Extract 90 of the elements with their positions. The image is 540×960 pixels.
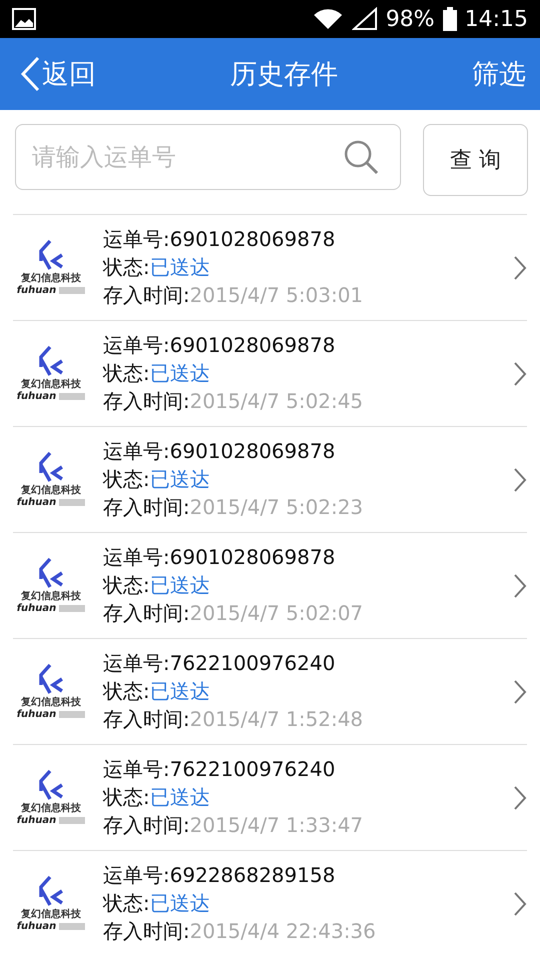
time-value: 2015/4/7 5:02:23 <box>190 494 364 521</box>
battery-icon <box>442 7 457 31</box>
waybill-number: 6901028069878 <box>170 438 336 465</box>
status-label: 状态: <box>103 466 150 493</box>
fine-print <box>59 287 86 294</box>
waybill-label: 运单号: <box>103 226 170 253</box>
signal-icon <box>352 7 378 31</box>
status-label: 状态: <box>103 890 150 917</box>
time-value: 2015/4/7 1:33:47 <box>190 812 364 839</box>
status-value: 已送达 <box>150 360 210 387</box>
company-latin-name: fuhuan <box>16 709 56 720</box>
status-value: 已送达 <box>150 466 210 493</box>
time-value: 2015/4/7 5:02:45 <box>190 388 364 415</box>
waybill-number: 6901028069878 <box>170 226 336 253</box>
waybill-label: 运单号: <box>103 650 170 677</box>
status-label: 状态: <box>103 254 150 281</box>
chevron-icon <box>513 678 527 704</box>
status-value: 已送达 <box>150 784 210 811</box>
list-item[interactable]: 复幻信息科技 fuhuan 运单号:6901028069878 状态:已送达 存入时间:2015/4/7 5:02:45 <box>13 320 527 426</box>
waybill-number: 6922868289158 <box>170 862 336 889</box>
chevron-icon <box>513 784 527 810</box>
company-latin-name: fuhuan <box>16 815 56 826</box>
time-value: 2015/4/4 22:43:36 <box>190 918 376 945</box>
list-item[interactable]: 复幻信息科技 fuhuan 运单号:7622100976240 状态:已送达 存入时间:2015/4/7 1:33:47 <box>13 744 527 850</box>
company-name: 复幻信息科技 <box>21 908 81 921</box>
filter-button[interactable]: 筛选 <box>472 56 526 92</box>
waybill-number: 7622100976240 <box>170 650 336 677</box>
waybill-number: 7622100976240 <box>170 756 336 783</box>
battery-level: 98% <box>386 6 435 32</box>
status-label: 状态: <box>103 360 150 387</box>
time-value: 2015/4/7 5:02:07 <box>190 600 364 627</box>
image-icon <box>12 8 36 30</box>
fine-print <box>59 711 86 718</box>
fine-print <box>59 817 86 824</box>
wifi-icon <box>312 7 344 31</box>
time-value: 2015/4/7 5:03:01 <box>190 282 364 309</box>
company-latin-name: fuhuan <box>16 603 56 614</box>
company-name: 复幻信息科技 <box>21 484 81 497</box>
fine-print <box>59 393 86 400</box>
list-item[interactable]: 复幻信息科技 fuhuan 运单号:6901028069878 状态:已送达 存入时间:2015/4/7 5:02:07 <box>13 532 527 638</box>
chevron-icon <box>513 254 527 280</box>
waybill-label: 运单号: <box>103 544 170 571</box>
chevron-icon <box>513 466 527 492</box>
search-field[interactable]: 请输入运单号 <box>15 124 401 190</box>
status-value: 已送达 <box>150 254 210 281</box>
status-value: 已送达 <box>150 572 210 599</box>
back-icon[interactable] <box>20 56 40 92</box>
fine-print <box>59 499 86 506</box>
back-button[interactable]: 返回 <box>20 56 96 92</box>
waybill-label: 运单号: <box>103 862 170 889</box>
list-item[interactable]: 复幻信息科技 fuhuan 运单号:6922868289158 状态:已送达 存入时间:2015/4/4 22:43:36 <box>13 850 527 956</box>
chevron-icon <box>513 890 527 916</box>
company-latin-name: fuhuan <box>16 391 56 402</box>
company-name: 复幻信息科技 <box>21 802 81 815</box>
time-label: 存入时间: <box>103 388 190 415</box>
query-button[interactable]: 查 询 <box>423 124 528 196</box>
time-label: 存入时间: <box>103 494 190 521</box>
company-latin-name: fuhuan <box>16 285 56 296</box>
time-value: 2015/4/7 1:52:48 <box>190 706 364 733</box>
time-label: 存入时间: <box>103 600 190 627</box>
waybill-label: 运单号: <box>103 756 170 783</box>
page-title: 历史存件 <box>229 58 339 92</box>
waybill-label: 运单号: <box>103 332 170 359</box>
company-name: 复幻信息科技 <box>21 378 81 391</box>
status-label: 状态: <box>103 678 150 705</box>
clock: 14:15 <box>464 6 528 32</box>
status-label: 状态: <box>103 572 150 599</box>
company-name: 复幻信息科技 <box>21 272 81 285</box>
fine-print <box>59 605 86 612</box>
search-icon[interactable] <box>343 139 379 175</box>
waybill-number: 6901028069878 <box>170 544 336 571</box>
status-label: 状态: <box>103 784 150 811</box>
waybill-number: 6901028069878 <box>170 332 336 359</box>
company-latin-name: fuhuan <box>16 497 56 508</box>
status-value: 已送达 <box>150 890 210 917</box>
time-label: 存入时间: <box>103 812 190 839</box>
time-label: 存入时间: <box>103 282 190 309</box>
list-item[interactable]: 复幻信息科技 fuhuan 运单号:7622100976240 状态:已送达 存入时间:2015/4/7 1:52:48 <box>13 638 527 744</box>
company-name: 复幻信息科技 <box>21 696 81 709</box>
waybill-label: 运单号: <box>103 438 170 465</box>
company-latin-name: fuhuan <box>16 921 56 932</box>
fine-print <box>59 923 86 930</box>
time-label: 存入时间: <box>103 918 190 945</box>
chevron-icon <box>513 360 527 386</box>
list-item[interactable]: 复幻信息科技 fuhuan 运单号:6901028069878 状态:已送达 存入时间:2015/4/7 5:03:01 <box>13 214 527 320</box>
list-item[interactable]: 复幻信息科技 fuhuan 运单号:6901028069878 状态:已送达 存入时间:2015/4/7 5:02:23 <box>13 426 527 532</box>
company-name: 复幻信息科技 <box>21 590 81 603</box>
time-label: 存入时间: <box>103 706 190 733</box>
chevron-icon <box>513 572 527 598</box>
status-value: 已送达 <box>150 678 210 705</box>
